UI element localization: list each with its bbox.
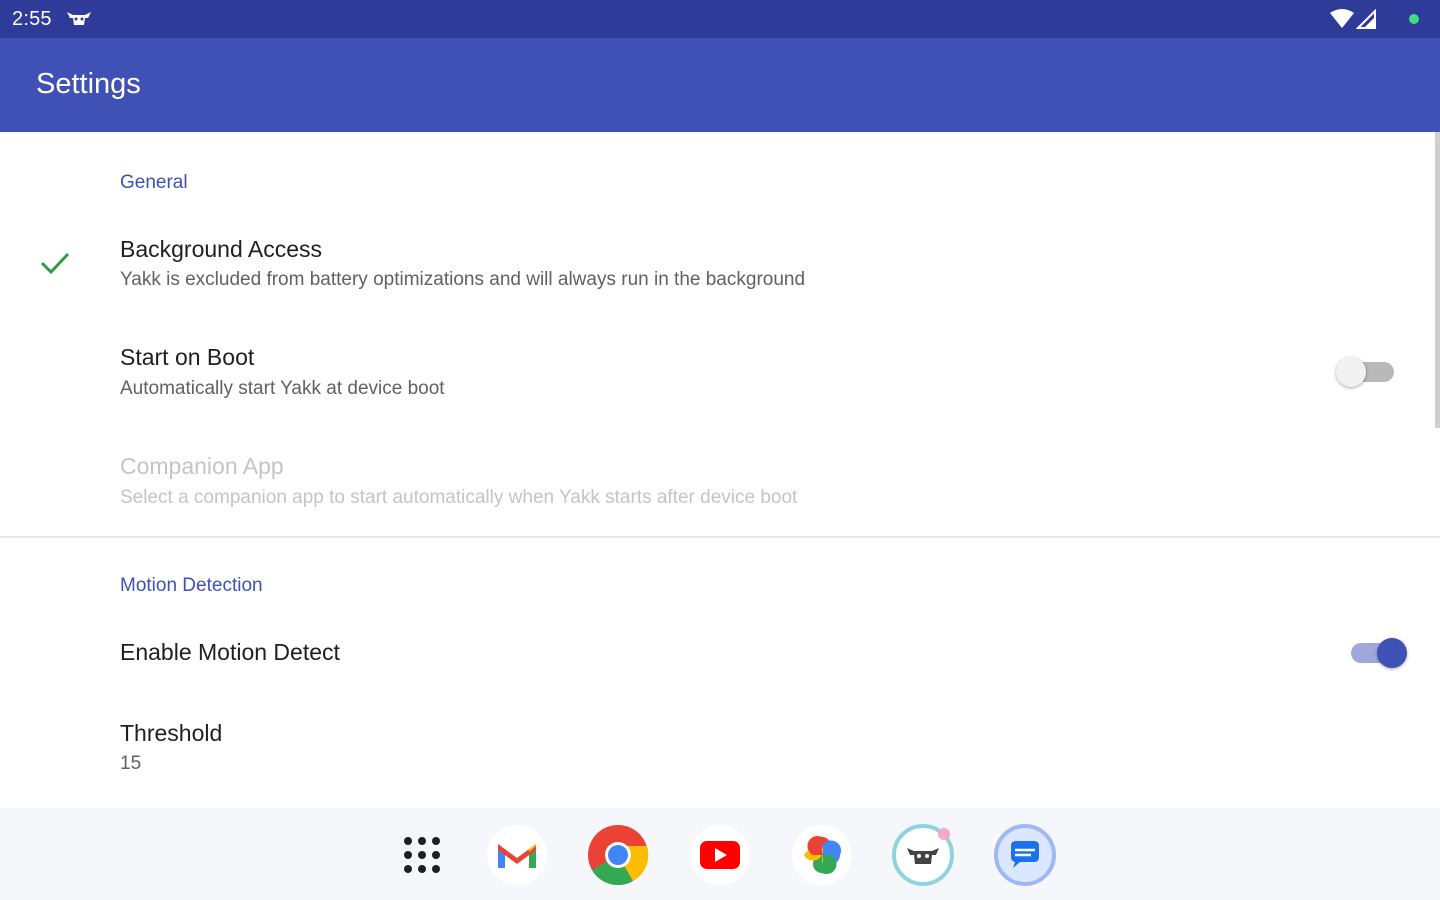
pref-title: Companion App bbox=[120, 453, 284, 479]
scrollbar[interactable] bbox=[1435, 132, 1440, 428]
privacy-indicator-dot bbox=[1409, 14, 1419, 24]
switch-thumb bbox=[1336, 357, 1366, 387]
app-bar: Settings bbox=[0, 38, 1440, 132]
pref-title: Enable Motion Detect bbox=[120, 639, 340, 665]
taskbar bbox=[0, 808, 1440, 900]
start-on-boot-switch[interactable] bbox=[1336, 351, 1398, 391]
cell-signal-icon bbox=[1356, 9, 1376, 29]
category-general: General bbox=[120, 172, 188, 193]
youtube-icon[interactable] bbox=[689, 824, 751, 886]
status-bar: 2:55 bbox=[0, 0, 1440, 38]
pref-summary: 15 bbox=[120, 753, 142, 774]
status-time: 2:55 bbox=[12, 8, 52, 30]
section-divider bbox=[0, 536, 1440, 538]
check-icon bbox=[40, 252, 70, 275]
yakk-icon[interactable] bbox=[892, 824, 954, 886]
gmail-icon[interactable] bbox=[486, 824, 548, 886]
pref-summary: Yakk is excluded from battery optimizati… bbox=[120, 269, 806, 290]
pref-title: Background Access bbox=[120, 236, 323, 262]
pref-summary: Select a companion app to start automati… bbox=[120, 487, 798, 508]
pref-title: Threshold bbox=[120, 720, 223, 746]
enable-motion-detect-switch[interactable] bbox=[1345, 632, 1407, 672]
pref-companion-app: Companion App Select a companion app to … bbox=[0, 432, 1435, 532]
pref-summary: Automatically start Yakk at device boot bbox=[120, 378, 445, 399]
chrome-icon[interactable] bbox=[587, 824, 649, 886]
pref-enable-motion-detect[interactable]: Enable Motion Detect bbox=[0, 612, 1435, 692]
pref-title: Start on Boot bbox=[120, 344, 255, 370]
page-title: Settings bbox=[36, 68, 141, 100]
pref-threshold[interactable]: Threshold 15 bbox=[0, 704, 1435, 794]
photos-icon[interactable] bbox=[791, 824, 853, 886]
pref-background-access[interactable]: Background Access Yakk is excluded from … bbox=[0, 216, 1435, 316]
app-drawer-icon[interactable] bbox=[402, 835, 442, 875]
pref-start-on-boot[interactable]: Start on Boot Automatically start Yakk a… bbox=[0, 324, 1435, 424]
category-motion-detection: Motion Detection bbox=[120, 575, 263, 596]
messages-icon[interactable] bbox=[994, 824, 1056, 886]
switch-thumb bbox=[1377, 638, 1407, 668]
yakk-notification-icon bbox=[67, 12, 91, 25]
wifi-icon bbox=[1330, 9, 1354, 28]
settings-list: General Background Access Yakk is exclud… bbox=[0, 132, 1440, 808]
